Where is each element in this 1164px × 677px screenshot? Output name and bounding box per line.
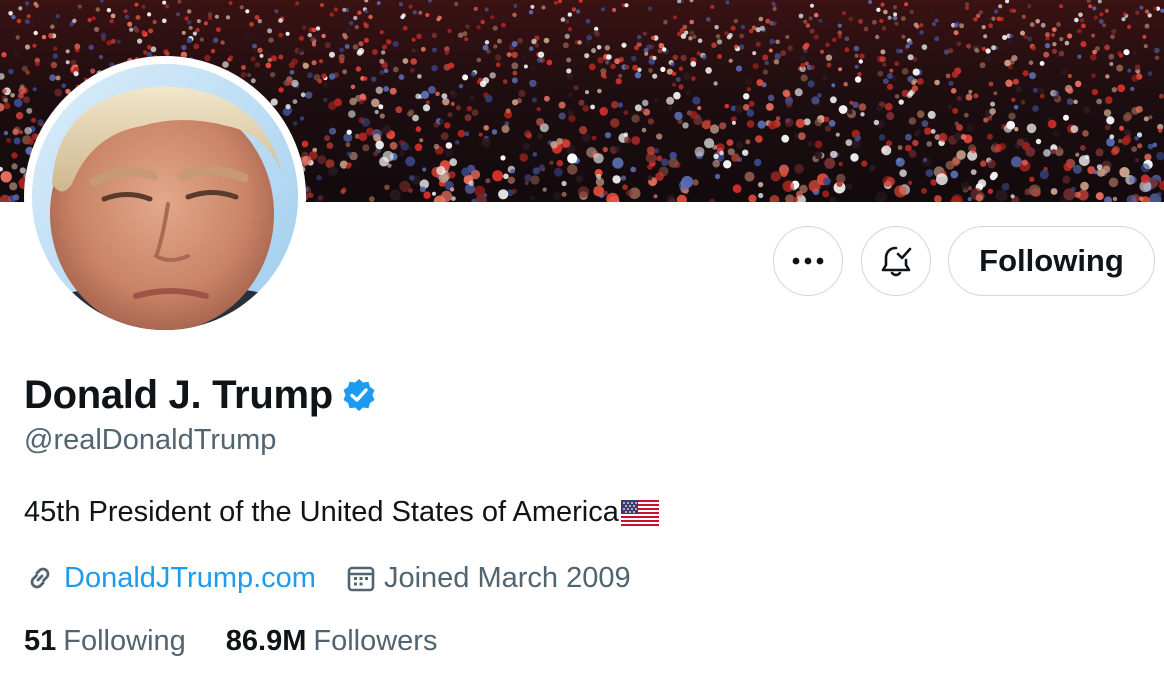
joined-item: Joined March 2009 xyxy=(346,562,631,595)
following-button[interactable]: Following xyxy=(948,226,1155,296)
website-link[interactable]: DonaldJTrump.com xyxy=(64,562,316,595)
display-name: Donald J. Trump xyxy=(24,372,333,417)
bell-check-icon xyxy=(881,246,912,277)
avatar[interactable] xyxy=(32,64,298,330)
avatar-portrait-image xyxy=(32,64,298,330)
link-icon xyxy=(30,567,50,589)
following-stat-label: Following xyxy=(63,624,186,657)
bio: 45th President of the United States of A… xyxy=(24,496,659,529)
user-handle: @realDonaldTrump xyxy=(24,424,277,456)
verified-badge-icon[interactable] xyxy=(341,377,377,413)
follow-stats-row: 51 Following 86.9M Followers xyxy=(24,622,437,660)
notifications-button[interactable] xyxy=(861,226,931,296)
followers-count: 86.9M xyxy=(225,624,307,657)
more-dots-icon xyxy=(792,257,824,265)
followers-stat-label: Followers xyxy=(313,624,438,657)
name-row: Donald J. Trump xyxy=(24,372,377,418)
following-count: 51 xyxy=(24,624,57,657)
joined-date: Joined March 2009 xyxy=(383,561,631,594)
more-button[interactable] xyxy=(773,226,843,296)
followers-stat[interactable]: 86.9M Followers xyxy=(226,625,438,658)
bio-text: 45th President of the United States of A… xyxy=(24,496,619,528)
following-stat[interactable]: 51 Following xyxy=(24,625,186,658)
website-item[interactable]: DonaldJTrump.com xyxy=(24,562,316,595)
us-flag-icon xyxy=(620,499,659,526)
profile-meta-row: DonaldJTrump.com Joined March 2009 xyxy=(24,558,631,598)
calendar-icon xyxy=(347,566,375,592)
following-button-label: Following xyxy=(979,243,1124,278)
